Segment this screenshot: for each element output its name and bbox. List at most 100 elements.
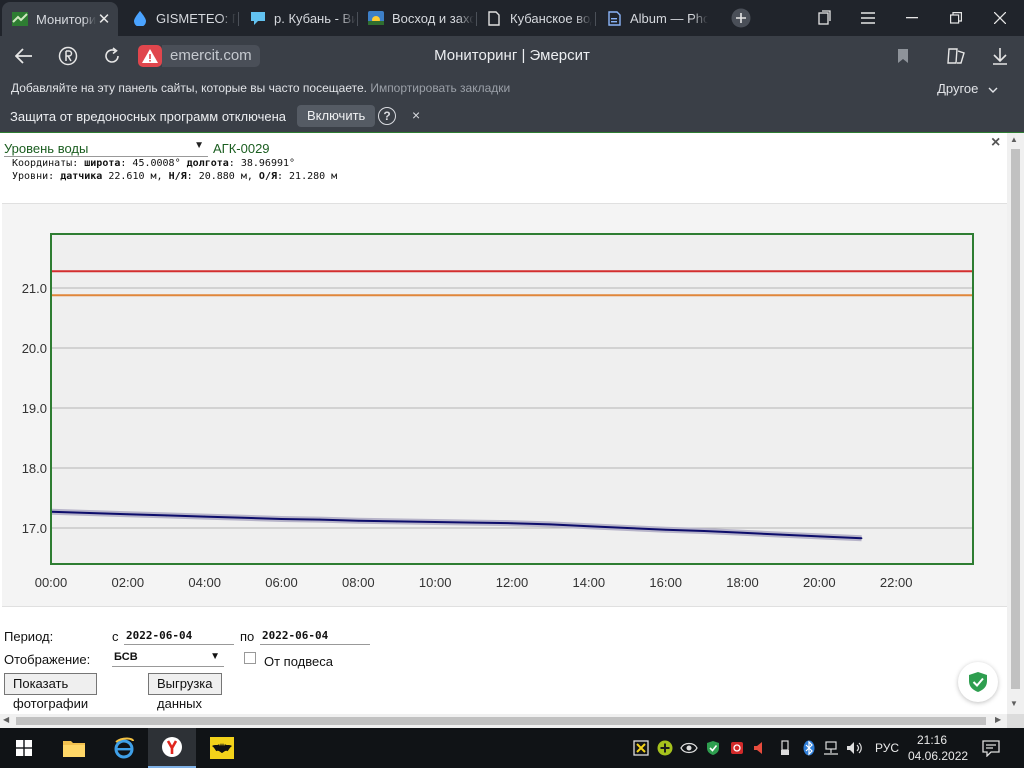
x-tick-label: 08:00 — [342, 575, 375, 590]
date-from-input[interactable]: 2022-06-04 — [124, 629, 234, 645]
internet-explorer-icon — [114, 737, 134, 759]
x-tick-label: 20:00 — [803, 575, 836, 590]
yandex-button[interactable] — [56, 44, 80, 68]
tray-app-icon[interactable] — [632, 739, 650, 757]
menu-button[interactable] — [846, 0, 890, 36]
yandex-icon — [58, 46, 78, 66]
clock-time: 21:16 — [916, 733, 948, 747]
y-tick-label: 19.0 — [22, 401, 47, 416]
explorer-button[interactable] — [50, 728, 98, 768]
bookmarks-bar: Добавляйте на эту панель сайты, которые … — [0, 76, 1024, 100]
language-indicator[interactable]: РУС — [875, 741, 899, 755]
export-data-button[interactable]: Выгрузка данных — [148, 673, 222, 711]
tabs-list-button[interactable] — [802, 0, 846, 36]
data-point — [588, 525, 590, 527]
tray-eye-icon[interactable] — [680, 739, 698, 757]
scroll-corner — [1007, 714, 1024, 728]
minimize-button[interactable] — [890, 0, 934, 36]
downloads-button[interactable] — [988, 44, 1012, 68]
other-bookmarks-button[interactable]: Другое — [937, 81, 998, 96]
data-point — [860, 537, 863, 539]
network-icon[interactable] — [822, 739, 840, 757]
chart-svg: 17.0 18.0 19.0 20.0 21.0 00:00 02:00 04:00 06:00… — [22, 233, 974, 590]
protection-shield-button[interactable] — [958, 662, 998, 702]
tab-album[interactable]: Album — Photos — [596, 4, 708, 32]
usb-icon[interactable] — [776, 739, 794, 757]
download-icon — [993, 48, 1007, 65]
ie-button[interactable] — [100, 728, 148, 768]
collections-icon — [947, 48, 965, 64]
close-tab-icon[interactable]: ✕ — [96, 10, 112, 28]
warning-icon[interactable] — [138, 45, 162, 67]
bookmark-button[interactable] — [891, 44, 915, 68]
horizontal-scrollbar[interactable]: ◀ ▶ — [0, 714, 1007, 728]
taskbar: РУС 21:16 04.06.2022 — [0, 728, 1024, 768]
tab-kuban-reservoir[interactable]: Кубанское водохранилище — [476, 4, 592, 32]
data-point — [88, 512, 91, 514]
tray-shield-icon[interactable] — [704, 739, 722, 757]
parameter-select[interactable]: Уровень воды ▼ — [4, 140, 208, 157]
data-point — [357, 520, 360, 522]
data-point — [626, 527, 629, 529]
tray-plus-icon[interactable] — [656, 739, 674, 757]
chevron-down-icon: ▼ — [210, 651, 220, 662]
back-button[interactable] — [12, 44, 36, 68]
levels-line: Уровни: датчика 22.610 м, Н/Я: 20.880 м,… — [12, 171, 338, 182]
help-icon[interactable]: ? — [378, 107, 396, 125]
data-point — [472, 521, 475, 524]
show-photos-button[interactable]: Показать фотографии — [4, 673, 98, 711]
data-point — [664, 529, 667, 531]
collections-button[interactable] — [944, 44, 968, 68]
back-arrow-icon — [15, 48, 32, 64]
period-label: Период: — [4, 629, 54, 644]
data-point — [434, 521, 436, 523]
data-point — [549, 523, 552, 526]
yandex-browser-icon — [162, 737, 182, 757]
import-bookmarks-link[interactable]: Импортировать закладки — [370, 81, 510, 95]
scroll-right-icon[interactable]: ▶ — [995, 715, 1001, 724]
document-icon — [486, 10, 502, 26]
volume-icon[interactable] — [846, 739, 864, 757]
data-point — [395, 520, 398, 523]
tab-gismeteo[interactable]: GISMETEO: Погода — [122, 4, 236, 32]
new-tab-button[interactable] — [719, 0, 763, 36]
tray-red-app-icon[interactable] — [728, 739, 746, 757]
tab-kuban-wiki[interactable]: р. Кубань - Википедия — [240, 4, 356, 32]
x-tick-label: 00:00 — [35, 575, 68, 590]
x-tick-label: 16:00 — [649, 575, 682, 590]
y-tick-label: 18.0 — [22, 461, 47, 476]
scroll-down-icon[interactable]: ▼ — [1010, 699, 1018, 708]
scroll-thumb[interactable] — [1011, 149, 1020, 689]
tray-speaker-red-icon[interactable] — [750, 739, 768, 757]
bluetooth-icon[interactable] — [800, 739, 818, 757]
notifications-button[interactable] — [982, 739, 1000, 758]
y-tick-label: 21.0 — [22, 281, 47, 296]
yandex-browser-button[interactable] — [148, 728, 196, 768]
data-point — [741, 532, 744, 534]
from-mount-label: От подвеса — [264, 654, 333, 669]
tab-monitoring[interactable]: Мониторинг | Эмерсит ✕ — [2, 2, 118, 36]
batman-app-button[interactable] — [198, 728, 246, 768]
enable-protection-button[interactable]: Включить — [297, 105, 376, 127]
display-select[interactable]: БСВ ▼ — [112, 651, 224, 667]
restore-button[interactable] — [934, 0, 978, 36]
hamburger-icon — [861, 12, 875, 24]
panel-close-icon[interactable]: × — [991, 134, 1000, 152]
y-tick-label: 17.0 — [22, 521, 47, 536]
url-field[interactable]: emercit.com — [138, 45, 260, 67]
scroll-up-icon[interactable]: ▲ — [1010, 135, 1018, 144]
scroll-left-icon[interactable]: ◀ — [3, 715, 9, 724]
date-to-input[interactable]: 2022-06-04 — [260, 629, 370, 645]
url-domain[interactable]: emercit.com — [162, 45, 260, 67]
reload-button[interactable] — [100, 44, 124, 68]
scroll-thumb[interactable] — [16, 717, 986, 725]
close-infobar-icon[interactable]: × — [412, 107, 420, 123]
vertical-scrollbar[interactable]: ▲ ▼ — [1007, 133, 1024, 715]
gismeteo-drop-icon — [132, 10, 148, 26]
data-point — [818, 535, 821, 538]
clock[interactable]: 21:16 04.06.2022 — [908, 732, 968, 764]
close-window-button[interactable] — [978, 0, 1022, 36]
start-button[interactable] — [0, 728, 48, 768]
tab-sunrise[interactable]: Восход и заход солнца — [358, 4, 474, 32]
from-mount-checkbox[interactable] — [244, 652, 256, 664]
